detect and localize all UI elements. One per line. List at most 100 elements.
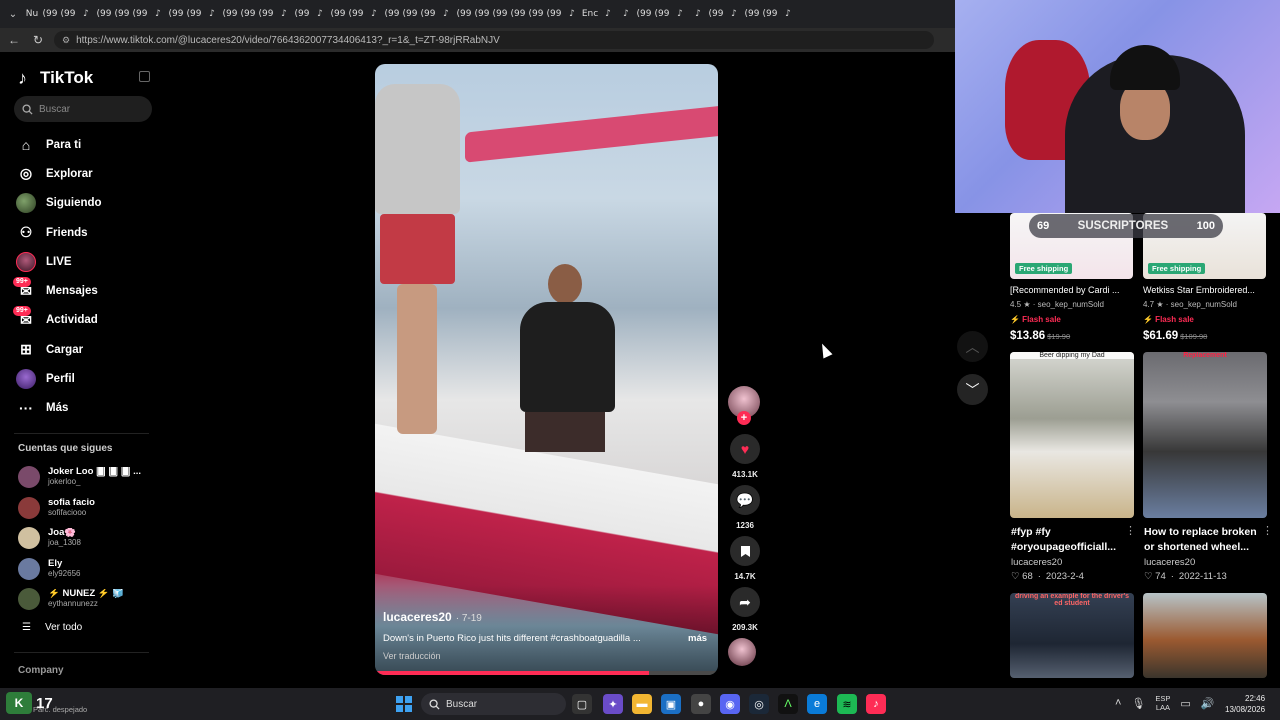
recommended-video-thumbnail[interactable]: Beer dipping my Dad [1010, 352, 1134, 518]
widgets-app-icon[interactable]: ✦ [603, 694, 623, 714]
collapse-sidebar-icon[interactable] [139, 71, 150, 82]
recommended-video-thumbnail[interactable] [1143, 593, 1267, 678]
browser-tab[interactable]: (99 [654, 5, 670, 23]
browser-tab[interactable]: (99 [708, 5, 724, 23]
search-box[interactable] [14, 96, 152, 122]
recommended-video-thumbnail[interactable]: driving an example for the driver's ed s… [1010, 593, 1134, 678]
video-author[interactable]: lucaceres20 · 7-19 [383, 610, 482, 624]
browser-tab[interactable]: (99 [474, 5, 490, 23]
next-video-button[interactable]: ﹀ [957, 374, 988, 405]
tiktok-logo[interactable]: ♪ TikTok [18, 68, 93, 88]
browser-tab[interactable]: (99 [744, 5, 760, 23]
follow-plus-icon[interactable]: + [737, 411, 751, 425]
terminal-app-icon[interactable]: Λ [778, 694, 798, 714]
recommended-video-title[interactable]: #fyp #fy #oryoupageofficiall... [1011, 525, 1135, 555]
edge-browser-icon[interactable]: e [807, 694, 827, 714]
music-disc-icon[interactable] [728, 638, 756, 666]
discord-icon[interactable]: ◉ [720, 694, 740, 714]
following-account[interactable]: Joker Loo 🂠 🂠 🂠 ... jokerloo_ [18, 462, 153, 493]
following-account[interactable]: ⚡ NÚÑEZ ⚡ 🧊 eythannunezz [18, 584, 153, 615]
browser-tab[interactable]: (99 [240, 5, 256, 23]
browser-tab[interactable]: ♪ [780, 5, 796, 23]
tiktok-app-icon[interactable]: ♪ [866, 694, 886, 714]
sidebar-item-live[interactable]: LIVE [16, 247, 156, 276]
following-account[interactable]: sofia facio sofifaciooo [18, 493, 153, 524]
company-link[interactable]: Company [18, 665, 64, 676]
steam-icon[interactable]: ◎ [749, 694, 769, 714]
following-account[interactable]: Joa🌸 joa_1308 [18, 523, 153, 554]
recommended-video-thumbnail[interactable]: Replacement [1143, 352, 1267, 518]
browser-tab[interactable]: (99 [258, 5, 274, 23]
sidebar-item-cargar[interactable]: ⊞ Cargar [16, 335, 156, 364]
spotify-icon[interactable]: ≋ [837, 694, 857, 714]
back-arrow-icon[interactable]: ← [6, 32, 22, 48]
more-options-icon[interactable]: ⋮ [1262, 524, 1273, 537]
browser-tab[interactable]: Nu [24, 5, 40, 23]
see-translation-link[interactable]: Ver traducción [383, 651, 441, 661]
browser-tab[interactable]: ♪ [726, 5, 742, 23]
video-more-link[interactable]: más [688, 633, 707, 644]
sidebar-item-explorar[interactable]: ◎ Explorar [16, 159, 156, 188]
browser-tab[interactable]: (99 [510, 5, 526, 23]
browser-tab[interactable]: (99 [96, 5, 112, 23]
browser-tab[interactable]: (99 [168, 5, 184, 23]
browser-tab[interactable]: (99 [546, 5, 562, 23]
sidebar-item-para-ti[interactable]: ⌂ Para ti [16, 130, 156, 159]
browser-tab[interactable]: (99 [762, 5, 778, 23]
browser-tab[interactable]: (99 [60, 5, 76, 23]
save-button[interactable] [730, 536, 760, 566]
file-explorer-icon[interactable]: ▬ [632, 694, 652, 714]
volume-icon[interactable]: 🔊 [1201, 697, 1215, 710]
browser-tab[interactable]: (99 [528, 5, 544, 23]
app-icon[interactable]: ● [691, 694, 711, 714]
browser-tab[interactable]: ♪ [600, 5, 616, 23]
video-player[interactable]: lucaceres20 · 7-19 Down's in Puerto Rico… [375, 64, 718, 675]
taskbar-clock[interactable]: 22:46 13/08/2026 [1225, 693, 1265, 715]
browser-tab[interactable]: ♪ [690, 5, 706, 23]
product-title[interactable]: [Recommended by Cardi ... [1010, 285, 1133, 295]
video-progress-bar[interactable] [375, 671, 718, 675]
share-button[interactable]: ➦ [730, 587, 760, 617]
task-view-icon[interactable]: ▢ [572, 694, 592, 714]
browser-tab[interactable]: ♪ [276, 5, 292, 23]
browser-tab[interactable]: (99 [420, 5, 436, 23]
browser-tab[interactable]: ♪ [564, 5, 580, 23]
browser-tab[interactable]: (99 [492, 5, 508, 23]
sidebar-item-actividad[interactable]: ✉ 99+ Actividad [13, 306, 156, 335]
browser-tab[interactable]: (99 [384, 5, 400, 23]
recommended-video-author[interactable]: lucaceres20 [1011, 557, 1062, 568]
like-button[interactable]: ♥ [730, 434, 760, 464]
browser-tab[interactable]: (99 [132, 5, 148, 23]
browser-tab[interactable]: ♪ [366, 5, 382, 23]
browser-tab[interactable]: ♪ [672, 5, 688, 23]
recommended-video-author[interactable]: lucaceres20 [1144, 557, 1195, 568]
sidebar-item-mensajes[interactable]: ✉ 99+ Mensajes [13, 276, 156, 305]
reload-icon[interactable]: ↻ [30, 32, 46, 48]
browser-tab[interactable]: (99 [456, 5, 472, 23]
product-title[interactable]: Wetkiss Star Embroidered... [1143, 285, 1266, 295]
taskbar-search[interactable]: Buscar [421, 693, 566, 715]
sidebar-item-perfil[interactable]: Perfil [16, 364, 156, 393]
recommended-video-title[interactable]: How to replace broken or shortened wheel… [1144, 525, 1268, 555]
browser-tab[interactable]: (99 [330, 5, 346, 23]
search-input[interactable] [39, 103, 139, 115]
store-icon[interactable]: ▣ [661, 694, 681, 714]
browser-tab[interactable]: (99 [186, 5, 202, 23]
browser-tab[interactable]: (99 [222, 5, 238, 23]
tab-menu-chevron-icon[interactable]: ⌄ [4, 5, 22, 23]
browser-tab[interactable]: (99 [42, 5, 58, 23]
microphone-icon[interactable]: 🎙 [1131, 697, 1145, 710]
sidebar-item-friends[interactable]: ⚇ Friends [16, 218, 156, 247]
tray-overflow-chevron-icon[interactable]: ˄ [1115, 697, 1121, 709]
browser-tab[interactable]: (99 [636, 5, 652, 23]
browser-tab[interactable]: ♪ [618, 5, 634, 23]
browser-tab[interactable]: ♪ [78, 5, 94, 23]
browser-tab[interactable]: Enc [582, 5, 598, 23]
browser-tab[interactable]: ♪ [438, 5, 454, 23]
more-options-icon[interactable]: ⋮ [1125, 524, 1136, 537]
comment-button[interactable]: 💬 [730, 485, 760, 515]
site-info-icon[interactable]: ⚙ [62, 35, 70, 46]
following-account[interactable]: Ely ely92656 [18, 554, 153, 585]
browser-tab[interactable]: (99 [294, 5, 310, 23]
language-indicator[interactable]: ESP LAA [1155, 694, 1170, 712]
